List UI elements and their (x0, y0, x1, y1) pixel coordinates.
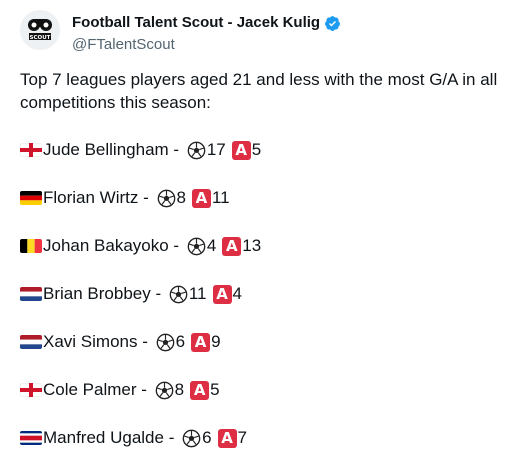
soccer-ball-icon (157, 189, 176, 208)
flag-netherlands-icon (20, 335, 42, 349)
soccer-ball-icon (169, 285, 188, 304)
soccer-ball-icon (156, 333, 175, 352)
player-row: Johan Bakayoko - 4 A 13 (20, 234, 261, 258)
goals-count: 11 (188, 284, 207, 303)
soccer-ball-icon (187, 141, 206, 160)
separator: - (137, 332, 153, 351)
assists-count: 4 (232, 284, 242, 303)
player-name: Manfred Ugalde (43, 428, 164, 447)
player-name: Florian Wirtz (43, 188, 139, 207)
separator: - (150, 284, 166, 303)
goals-count: 8 (176, 188, 186, 207)
flag-england-icon (20, 143, 42, 157)
assists-count: 9 (211, 332, 221, 351)
player-row: Cole Palmer - 8A5 (20, 378, 220, 402)
assist-a-icon: A (212, 284, 232, 304)
assists-count: 7 (237, 428, 248, 447)
player-row: Manfred Ugalde - 6A7 (20, 426, 247, 450)
handle[interactable]: @FTalentScout (72, 35, 175, 55)
assist-a-icon: A (191, 188, 211, 208)
flag-germany-icon (20, 191, 42, 205)
assists-count: 5 (210, 380, 220, 399)
flag-costa-rica-icon (20, 431, 42, 445)
player-row: Brian Brobbey - 11 A 4 (20, 282, 242, 306)
assist-a-icon: A (231, 140, 251, 160)
separator: - (163, 428, 180, 447)
player-row: Xavi Simons - 6A9 (20, 330, 221, 354)
flag-netherlands-icon (20, 287, 42, 301)
name-row: Football Talent Scout - Jacek Kulig (72, 13, 341, 33)
player-name: Jude Bellingham (43, 140, 169, 159)
assists-count: 11 (211, 188, 230, 207)
display-name[interactable]: Football Talent Scout - Jacek Kulig (72, 13, 320, 33)
goals-count: 4 (206, 236, 217, 255)
avatar[interactable]: SCOUT (20, 10, 60, 50)
player-row: Jude Bellingham - 17 A 5 (20, 138, 261, 162)
goals-count: 6 (202, 428, 212, 447)
flag-belgium-icon (20, 239, 42, 253)
assists-count: 5 (251, 140, 262, 159)
goals-count: 6 (175, 332, 186, 351)
assist-a-icon: A (217, 428, 237, 448)
soccer-ball-icon (182, 429, 201, 448)
separator: - (168, 236, 184, 255)
goals-count: 17 (206, 140, 226, 159)
tweet-header: SCOUT Football Talent Scout - Jacek Kuli… (20, 10, 500, 62)
assist-a-icon: A (191, 332, 211, 352)
assist-a-icon: A (222, 236, 242, 256)
separator: - (138, 188, 154, 207)
assists-count: 13 (242, 236, 262, 255)
verified-badge-icon (324, 15, 341, 32)
player-row: Florian Wirtz - 8 A 11 (20, 186, 230, 210)
soccer-ball-icon (187, 237, 206, 256)
tweet-text: Top 7 leagues players aged 21 and less w… (20, 70, 498, 112)
player-name: Johan Bakayoko (43, 236, 169, 255)
soccer-ball-icon (155, 381, 174, 400)
assist-a-icon: A (190, 380, 210, 400)
player-name: Xavi Simons (43, 332, 138, 351)
avatar-logo-text: SCOUT (30, 35, 51, 41)
flag-england-icon (20, 383, 42, 397)
player-name: Brian Brobbey (43, 284, 151, 303)
separator: - (136, 380, 152, 399)
player-name: Cole Palmer (43, 380, 137, 399)
tweet-card: SCOUT Football Talent Scout - Jacek Kuli… (0, 0, 516, 461)
scout-logo-icon: SCOUT (20, 10, 60, 50)
separator: - (168, 140, 184, 159)
goals-count: 8 (174, 380, 185, 399)
